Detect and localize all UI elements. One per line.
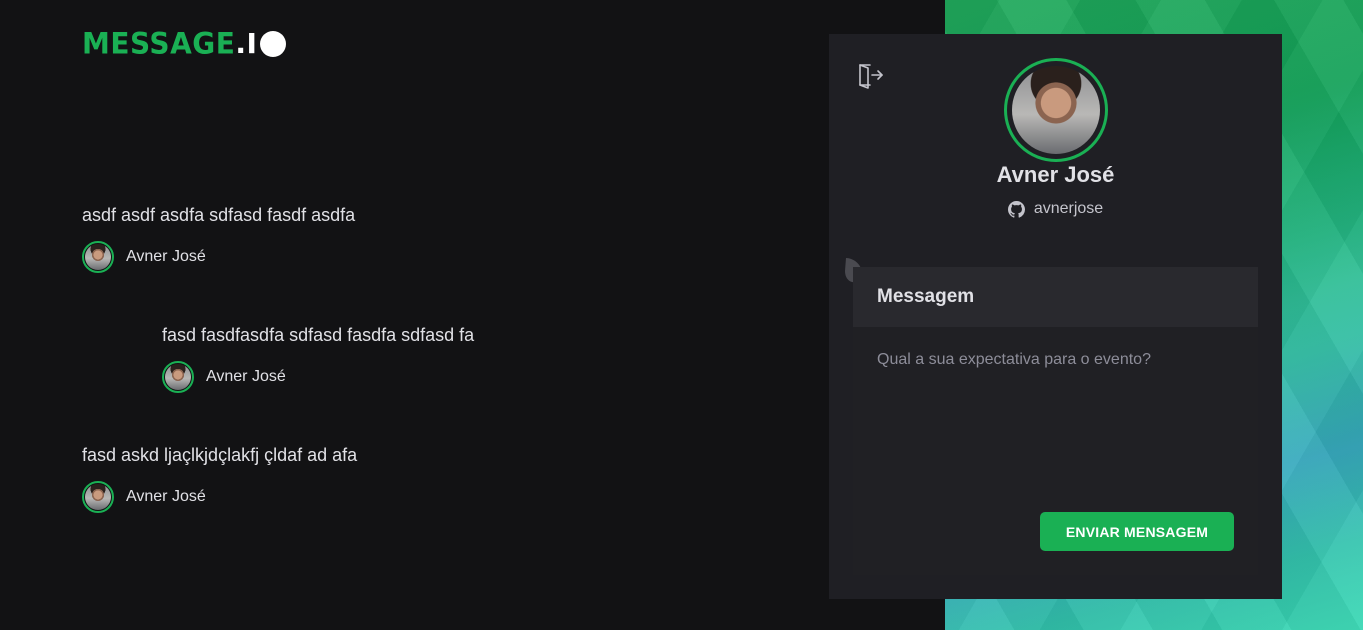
logo-o-circle bbox=[260, 31, 287, 57]
message-author: Avner José bbox=[82, 481, 357, 513]
send-message-button[interactable]: ENVIAR MENSAGEM bbox=[1040, 512, 1234, 551]
sign-out-icon[interactable] bbox=[856, 61, 884, 89]
github-login-text: avnerjose bbox=[1033, 200, 1104, 217]
logo-brand-text: MESSAGE bbox=[82, 26, 236, 61]
app-logo: MESSAGE . I bbox=[82, 26, 287, 61]
message-author: Avner José bbox=[162, 361, 474, 393]
message-item: fasd fasdfasdfa sdfasd fasdfa sdfasd fa … bbox=[162, 325, 474, 393]
author-avatar bbox=[82, 481, 114, 513]
form-header: Messagem bbox=[853, 267, 1258, 327]
message-item: fasd askd ljaçlkjdçlakfj çldaf ad afa Av… bbox=[82, 445, 357, 513]
message-form: Messagem ENVIAR MENSAGEM bbox=[853, 267, 1258, 575]
send-message-panel: Avner José avnerjose Messagem ENVIAR MEN… bbox=[829, 34, 1282, 599]
message-text: fasd fasdfasdfa sdfasd fasdfa sdfasd fa bbox=[162, 325, 475, 345]
message-input[interactable] bbox=[853, 327, 1258, 497]
author-avatar bbox=[82, 241, 114, 273]
user-name: Avner José bbox=[996, 162, 1115, 187]
logo-dot: . bbox=[235, 27, 247, 60]
github-icon bbox=[1007, 200, 1025, 218]
message-text: fasd askd ljaçlkjdçlakfj çldaf ad afa bbox=[82, 445, 358, 465]
user-avatar bbox=[1004, 58, 1108, 162]
message-item: asdf asdf asdfa sdfasd fasdf asdfa Avner… bbox=[82, 205, 355, 273]
message-author: Avner José bbox=[82, 241, 355, 273]
author-name: Avner José bbox=[206, 368, 286, 385]
logo-io-text: I bbox=[246, 27, 258, 60]
author-avatar bbox=[162, 361, 194, 393]
author-name: Avner José bbox=[126, 488, 206, 505]
github-login: avnerjose bbox=[829, 200, 1282, 218]
author-name: Avner José bbox=[126, 248, 206, 265]
message-text: asdf asdf asdfa sdfasd fasdf asdfa bbox=[82, 205, 356, 225]
